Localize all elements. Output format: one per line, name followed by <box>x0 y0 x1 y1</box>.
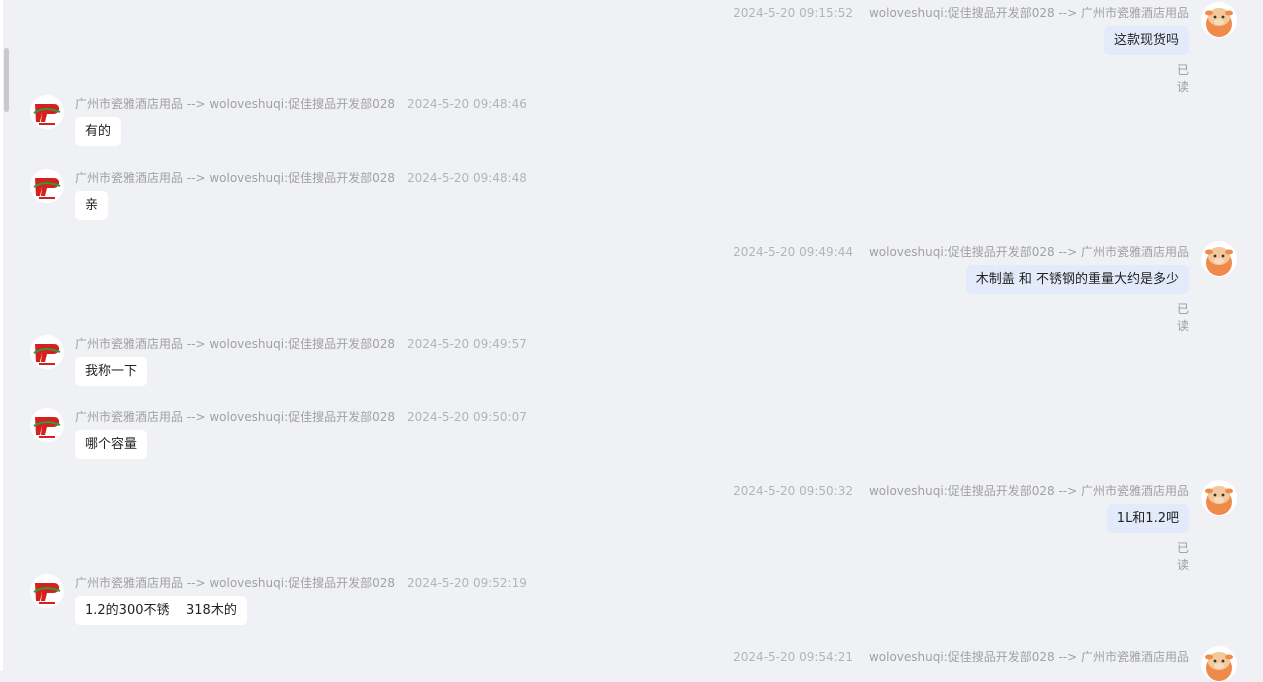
read-status: 已读 <box>1176 541 1189 572</box>
message-bubble[interactable]: 木制盖 和 不锈钢的重量大约是多少 <box>965 265 1189 294</box>
message-route: 广州市瓷雅酒店用品 --> woloveshuqi:促佳搜品开发部028 <box>75 171 396 185</box>
message-timestamp: 2024-5-20 09:50:32 <box>733 484 853 498</box>
shop-logo-icon[interactable] <box>30 335 64 369</box>
message-meta: 广州市瓷雅酒店用品 --> woloveshuqi:促佳搜品开发部028 2024… <box>75 410 527 424</box>
cow-avatar-icon[interactable] <box>1201 2 1237 38</box>
message-timestamp: 2024-5-20 09:50:07 <box>407 410 527 424</box>
read-status: 已读 <box>1176 63 1189 94</box>
message-meta: 2024-5-20 09:50:32 woloveshuqi:促佳搜品开发部028… <box>733 484 1189 498</box>
message-bubble[interactable]: 哪个容量 <box>75 430 148 459</box>
message-meta: 广州市瓷雅酒店用品 --> woloveshuqi:促佳搜品开发部028 2024… <box>75 97 527 111</box>
message-route: 广州市瓷雅酒店用品 --> woloveshuqi:促佳搜品开发部028 <box>75 337 396 351</box>
read-status: 已读 <box>1176 302 1189 333</box>
scrollbar-thumb[interactable] <box>4 48 9 112</box>
message-timestamp: 2024-5-20 09:54:21 <box>733 650 853 664</box>
message-meta: 2024-5-20 09:54:21 woloveshuqi:促佳搜品开发部028… <box>733 650 1189 664</box>
cow-avatar-icon[interactable] <box>1201 480 1237 516</box>
message-bubble[interactable]: 这款现货吗 <box>1103 26 1189 55</box>
left-rail <box>0 0 3 671</box>
message-timestamp: 2024-5-20 09:15:52 <box>733 6 853 20</box>
message-timestamp: 2024-5-20 09:48:48 <box>407 171 527 185</box>
shop-logo-icon[interactable] <box>30 408 64 442</box>
shop-logo-icon[interactable] <box>30 95 64 129</box>
message-route: 广州市瓷雅酒店用品 --> woloveshuqi:促佳搜品开发部028 <box>75 410 396 424</box>
message-bubble[interactable]: 有的 <box>75 117 122 146</box>
message-route: woloveshuqi:促佳搜品开发部028 --> 广州市瓷雅酒店用品 <box>868 245 1189 259</box>
message-timestamp: 2024-5-20 09:52:19 <box>407 576 527 590</box>
message-meta: 广州市瓷雅酒店用品 --> woloveshuqi:促佳搜品开发部028 2024… <box>75 337 527 351</box>
message-meta: 广州市瓷雅酒店用品 --> woloveshuqi:促佳搜品开发部028 2024… <box>75 576 527 590</box>
cow-avatar-icon[interactable] <box>1201 646 1237 682</box>
message-bubble[interactable]: 亲 <box>75 191 109 220</box>
cow-avatar-icon[interactable] <box>1201 241 1237 277</box>
message-meta: 广州市瓷雅酒店用品 --> woloveshuqi:促佳搜品开发部028 2024… <box>75 171 527 185</box>
message-route: woloveshuqi:促佳搜品开发部028 --> 广州市瓷雅酒店用品 <box>868 650 1189 664</box>
message-meta: 2024-5-20 09:49:44 woloveshuqi:促佳搜品开发部028… <box>733 245 1189 259</box>
message-route: woloveshuqi:促佳搜品开发部028 --> 广州市瓷雅酒店用品 <box>868 6 1189 20</box>
message-timestamp: 2024-5-20 09:49:57 <box>407 337 527 351</box>
message-route: woloveshuqi:促佳搜品开发部028 --> 广州市瓷雅酒店用品 <box>868 484 1189 498</box>
message-route: 广州市瓷雅酒店用品 --> woloveshuqi:促佳搜品开发部028 <box>75 576 396 590</box>
message-timestamp: 2024-5-20 09:48:46 <box>407 97 527 111</box>
message-meta: 2024-5-20 09:15:52 woloveshuqi:促佳搜品开发部028… <box>733 6 1189 20</box>
shop-logo-icon[interactable] <box>30 574 64 608</box>
message-bubble[interactable]: 1.2的300不锈 318木的 <box>75 596 247 625</box>
message-bubble[interactable]: 1L和1.2吧 <box>1106 504 1189 533</box>
shop-logo-icon[interactable] <box>30 169 64 203</box>
message-timestamp: 2024-5-20 09:49:44 <box>733 245 853 259</box>
message-route: 广州市瓷雅酒店用品 --> woloveshuqi:促佳搜品开发部028 <box>75 97 396 111</box>
message-bubble[interactable]: 我称一下 <box>75 357 148 386</box>
